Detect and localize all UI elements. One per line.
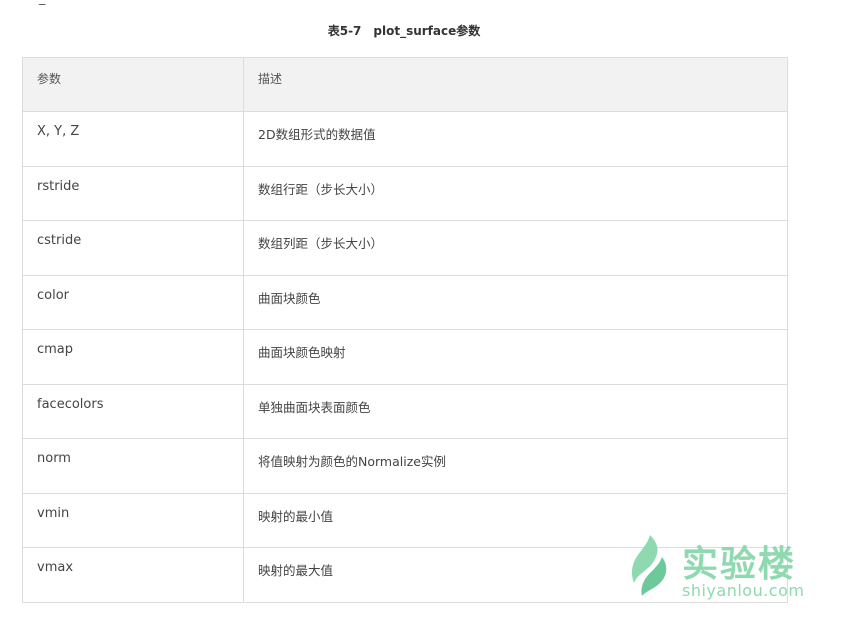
- header-param: 参数: [22, 57, 244, 112]
- param-cell: vmin: [22, 492, 244, 548]
- param-cell: cmap: [22, 329, 244, 385]
- description-cell: 数组列距（步长大小）: [243, 220, 788, 276]
- top-text-fragment: - _: [28, 0, 46, 6]
- leaf-logo-icon: [631, 535, 667, 596]
- description-cell: 数组行距（步长大小）: [243, 165, 788, 221]
- watermark-name-cn: 实验楼: [682, 544, 797, 585]
- table-row: cstride 数组列距（步长大小）: [22, 220, 788, 276]
- table-row: X, Y, Z 2D数组形式的数据值: [22, 111, 788, 167]
- param-cell: color: [22, 274, 244, 330]
- table-header-row: 参数 描述: [22, 57, 788, 112]
- table-row: norm 将值映射为颜色的Normalize实例: [22, 438, 788, 494]
- parameters-table: 参数 描述 X, Y, Z 2D数组形式的数据值 rstride 数组行距（步长…: [22, 57, 788, 603]
- table-row: facecolors 单独曲面块表面颜色: [22, 383, 788, 439]
- param-cell: facecolors: [22, 383, 244, 439]
- table-row: cmap 曲面块颜色映射: [22, 329, 788, 385]
- param-cell: vmax: [22, 547, 244, 603]
- description-cell: 将值映射为颜色的Normalize实例: [243, 438, 788, 494]
- description-cell: 曲面块颜色: [243, 274, 788, 330]
- shiyanlou-watermark: 实验楼 shiyanlou.com: [628, 533, 828, 603]
- param-cell: norm: [22, 438, 244, 494]
- param-cell: rstride: [22, 165, 244, 221]
- description-cell: 2D数组形式的数据值: [243, 111, 788, 167]
- param-cell: cstride: [22, 220, 244, 276]
- watermark-name-en: shiyanlou.com: [682, 581, 805, 600]
- param-cell: X, Y, Z: [22, 111, 244, 167]
- description-cell: 曲面块颜色映射: [243, 329, 788, 385]
- table-row: rstride 数组行距（步长大小）: [22, 165, 788, 221]
- table-row: color 曲面块颜色: [22, 274, 788, 330]
- description-cell: 单独曲面块表面颜色: [243, 383, 788, 439]
- header-description: 描述: [243, 57, 788, 112]
- table-caption: 表5-7 plot_surface参数: [327, 24, 481, 38]
